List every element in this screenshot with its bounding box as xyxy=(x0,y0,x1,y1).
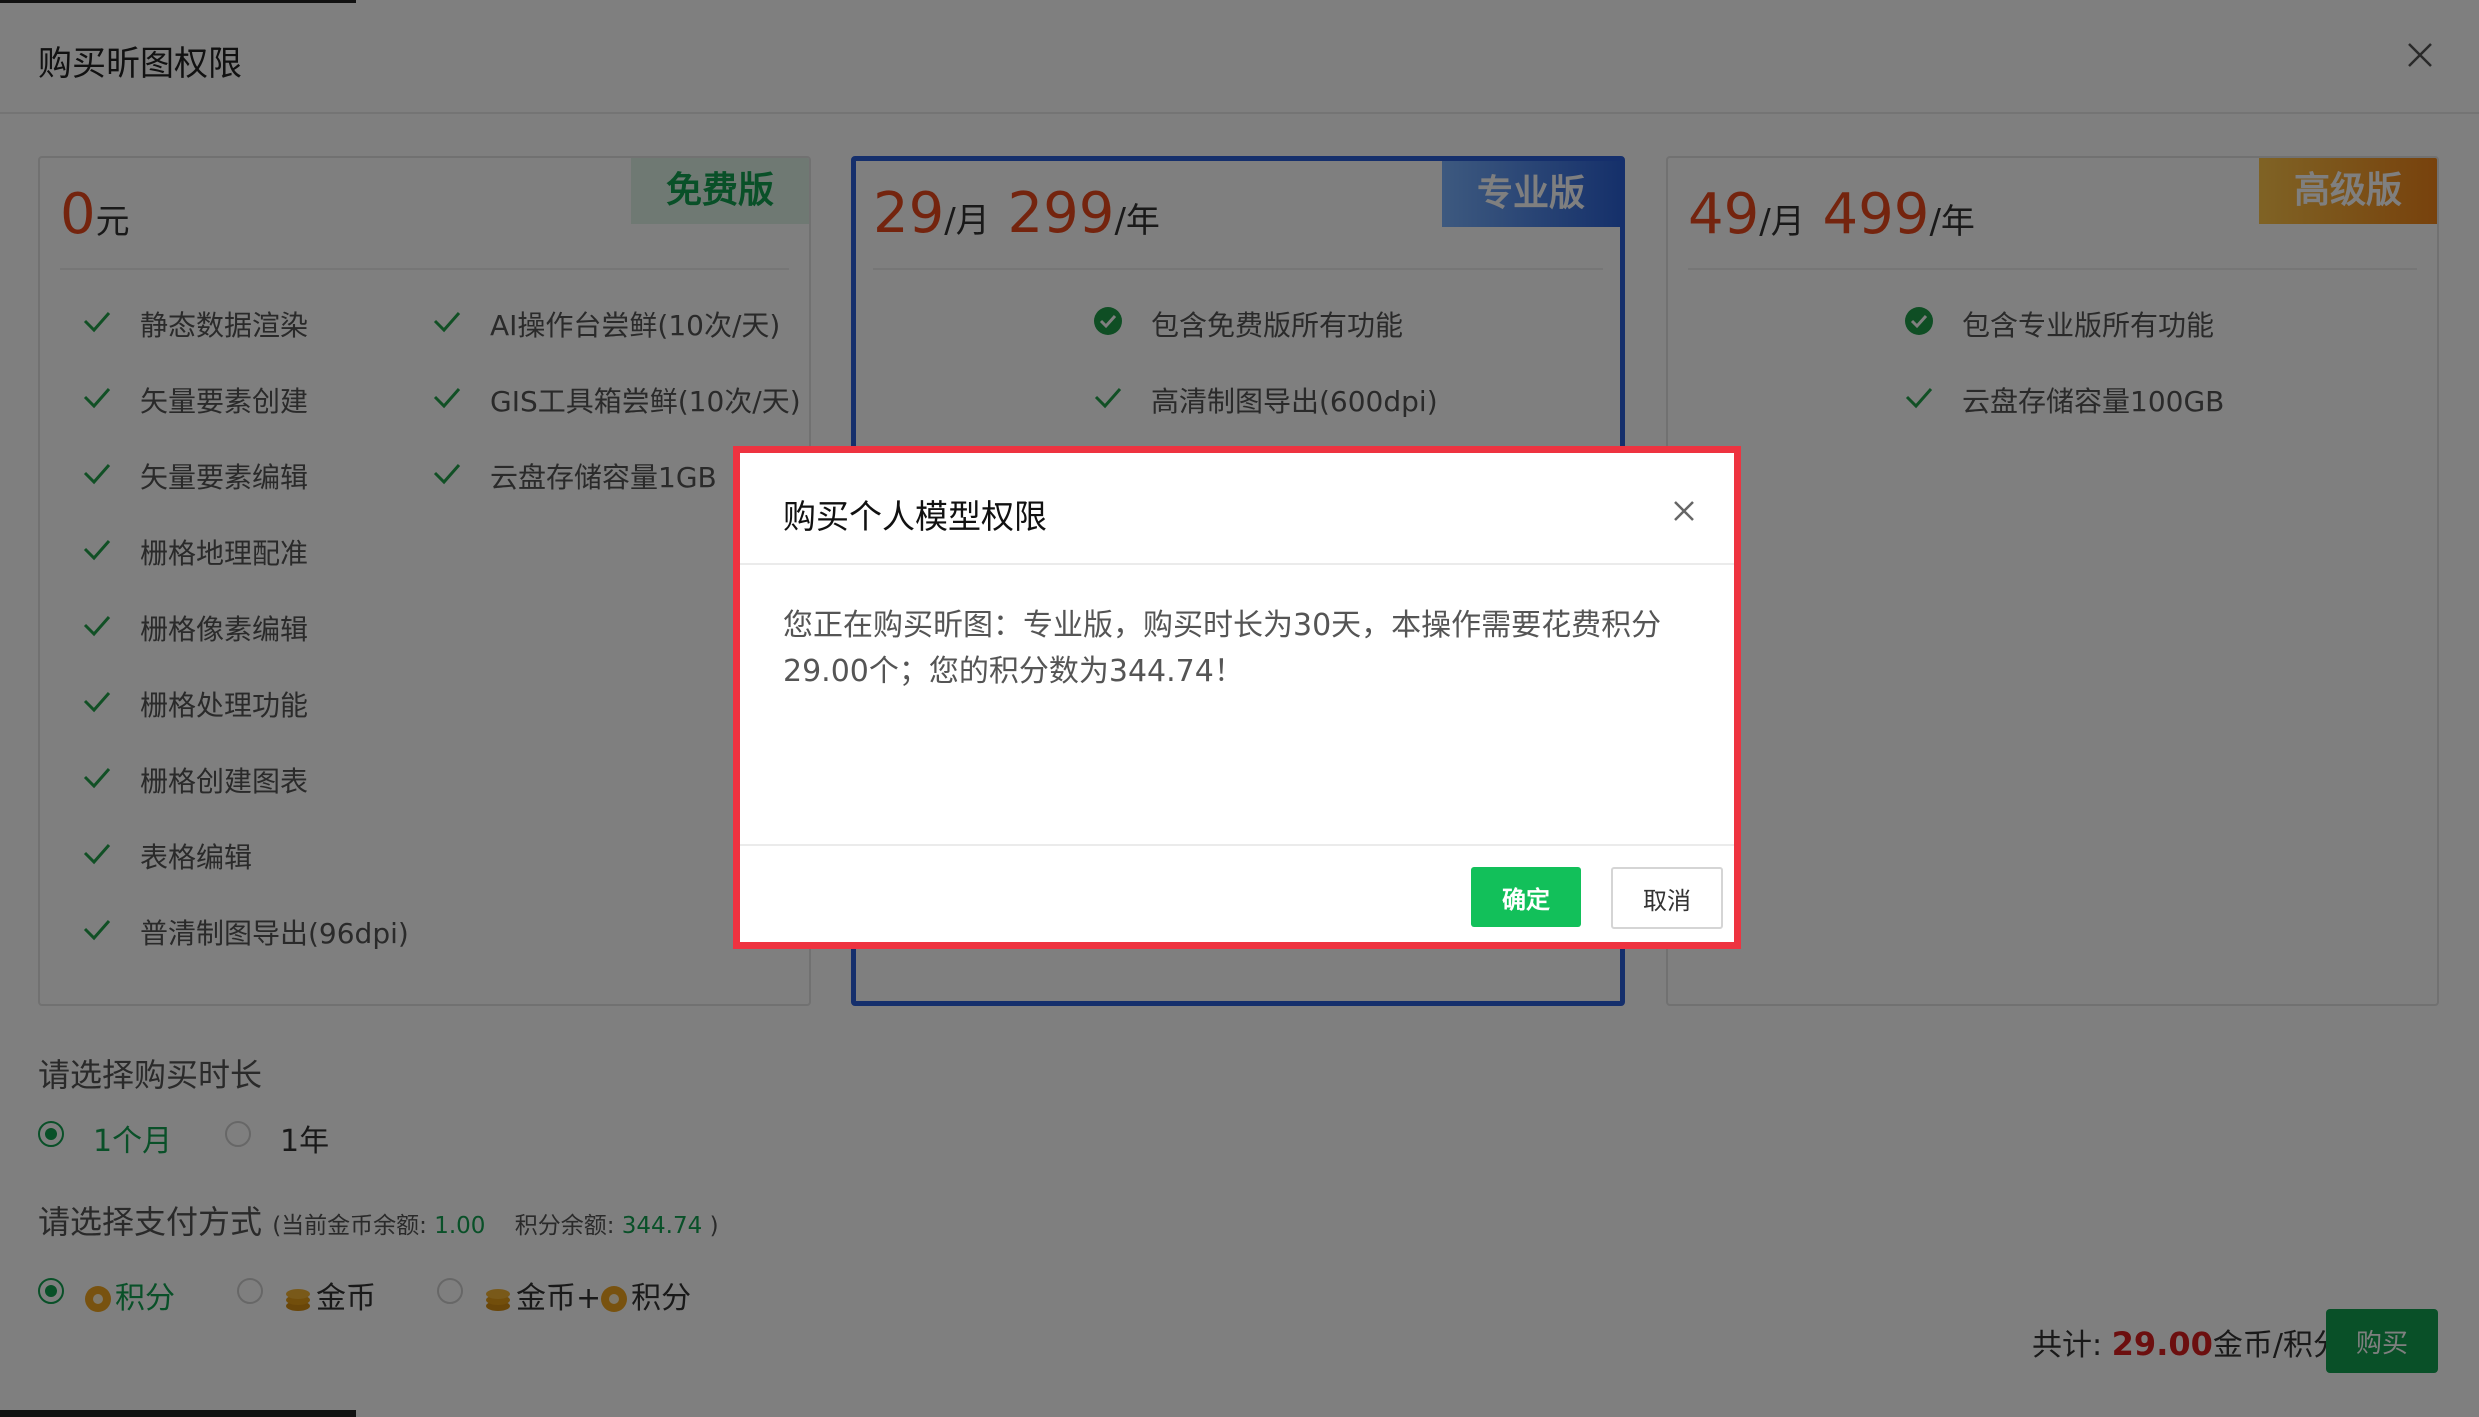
dialog-divider xyxy=(740,563,1734,565)
confirm-dialog: 购买个人模型权限 您正在购买昕图：专业版，购买时长为30天，本操作需要花费积分2… xyxy=(733,446,1741,949)
dialog-close-icon[interactable] xyxy=(1669,496,1699,526)
dialog-message: 您正在购买昕图：专业版，购买时长为30天，本操作需要花费积分29.00个；您的积… xyxy=(783,608,1662,689)
confirm-button[interactable]: 确定 xyxy=(1471,867,1581,927)
dialog-divider xyxy=(740,844,1734,846)
dialog-title: 购买个人模型权限 xyxy=(783,497,1047,536)
cancel-button[interactable]: 取消 xyxy=(1611,867,1723,929)
purchase-page: 购买昕图权限 免费版 0元 静态数据渲染矢量要素创建矢量要素编辑栅格地理配准栅格… xyxy=(0,0,2479,1417)
